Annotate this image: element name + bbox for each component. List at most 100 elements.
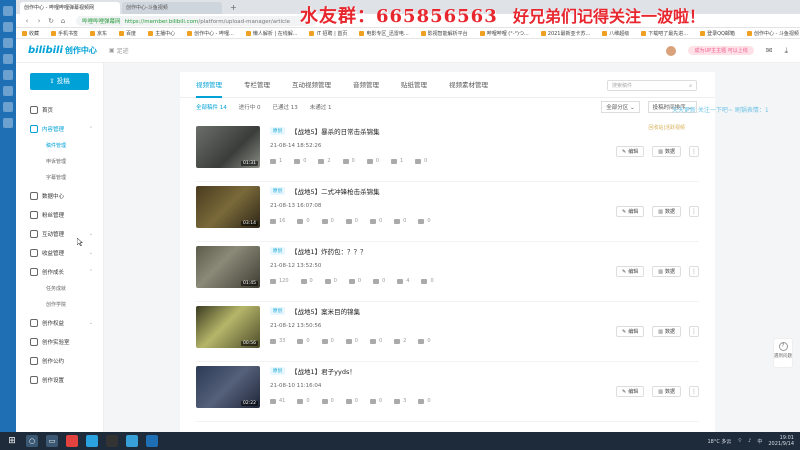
ime-indicator[interactable]: 中 [757, 438, 762, 445]
video-title[interactable]: 【战地5】案米目的锦集 [291, 306, 360, 316]
app-icon[interactable] [3, 38, 13, 48]
app-icon[interactable] [3, 54, 13, 64]
sidebar-item-fans[interactable]: 粉丝管理 [16, 205, 103, 224]
windows-start-icon[interactable]: ⊞ [6, 435, 18, 447]
app-icon[interactable] [66, 435, 78, 447]
download-icon[interactable]: ⤓ [784, 46, 788, 56]
home-icon[interactable]: ⌂ [58, 17, 68, 25]
video-title[interactable]: 【战地1】君子yyds！ [291, 366, 356, 376]
video-title[interactable]: 【战地5】暴杀的日常击杀锦集 [291, 126, 380, 136]
sidebar-item-growth[interactable]: 创作成长 ⌃ [16, 262, 103, 281]
browser-tab[interactable]: 创作中心-斗鱼视频 [122, 2, 222, 14]
filter-all[interactable]: 全部稿件 14 [196, 103, 227, 111]
sidebar-item-appeals[interactable]: 申诉管理 [16, 154, 103, 170]
clock[interactable]: 19:01 2021/9/14 [768, 435, 794, 447]
app-icon[interactable] [3, 118, 13, 128]
sidebar-item-rights[interactable]: 创作权益 ⌄ [16, 313, 103, 332]
bookmark-item[interactable]: 八维超级 [602, 30, 629, 37]
more-icon[interactable]: ⋮ [689, 386, 699, 397]
bookmark-item[interactable]: 创作中心 - 斗鱼视频 [746, 30, 799, 37]
search-icon[interactable]: ⌕ [689, 83, 692, 89]
app-icon[interactable] [146, 435, 158, 447]
edit-button[interactable]: ✎ 编辑 [616, 206, 645, 217]
app-icon[interactable] [3, 22, 13, 32]
more-icon[interactable]: ⋮ [689, 326, 699, 337]
bookmark-item[interactable]: 百度 [119, 30, 136, 37]
back-icon[interactable]: ‹ [22, 17, 32, 25]
app-icon[interactable] [86, 435, 98, 447]
sidebar-item-earnings[interactable]: 收益管理 ⌄ [16, 243, 103, 262]
bookmark-item[interactable]: 电影专区_迅雷电... [359, 30, 409, 37]
footprint-link[interactable]: ▣ 足迹 [109, 46, 129, 55]
forward-icon[interactable]: › [34, 17, 44, 25]
sidebar-item-settings[interactable]: 创作设置 [16, 370, 103, 389]
app-icon[interactable] [3, 6, 13, 16]
video-thumbnail[interactable]: 03:14 [196, 186, 260, 228]
sidebar-item-convention[interactable]: 创作公约 [16, 351, 103, 370]
app-icon[interactable] [106, 435, 118, 447]
bookmark-item[interactable]: 哔哩哔哩 (°-°)つ... [479, 30, 529, 37]
data-button[interactable]: ▥ 数据 [652, 206, 681, 217]
volume-icon[interactable]: ♪ [748, 438, 751, 444]
bookmark-item[interactable]: 京东 [90, 30, 107, 37]
search-icon[interactable]: ○ [26, 435, 38, 447]
data-button[interactable]: ▥ 数据 [652, 386, 681, 397]
sidebar-item-lab[interactable]: 创作实验室 [16, 332, 103, 351]
upload-button[interactable]: ⇪ 投稿 [30, 73, 89, 90]
bookmark-item[interactable]: 手机书签 [51, 30, 78, 37]
sidebar-item-manuscripts[interactable]: 稿件管理 [16, 138, 103, 154]
sidebar-item-interaction[interactable]: 互动管理 ⌄ [16, 224, 103, 243]
bookmark-item[interactable]: 2021最新亚卡苏... [540, 30, 590, 37]
video-thumbnail[interactable]: 02:22 [196, 366, 260, 408]
sidebar-item-content[interactable]: 内容管理 ⌃ [16, 119, 103, 138]
zone-select[interactable]: 全部分区 ⌄ [601, 101, 640, 113]
tab-video-material[interactable]: 视频素材管理 [449, 72, 488, 98]
video-title[interactable]: 【战地1】炸药包：？？？ [291, 246, 367, 256]
filter-in-progress[interactable]: 进行中 0 [239, 103, 261, 111]
video-thumbnail[interactable]: 00:56 [196, 306, 260, 348]
mail-icon[interactable]: ✉ [766, 46, 773, 55]
sidebar-item-home[interactable]: 首页 [16, 100, 103, 119]
app-icon[interactable] [3, 102, 13, 112]
taskview-icon[interactable]: ▭ [46, 435, 58, 447]
data-button[interactable]: ▥ 数据 [652, 266, 681, 277]
bookmark-item[interactable]: iT 招聘 | 首页 [309, 30, 347, 37]
bookmark-item[interactable]: 下载吧了最先进... [641, 30, 688, 37]
sidebar-item-academy[interactable]: 创作学院 [16, 297, 103, 313]
sidebar-item-subtitles[interactable]: 字幕管理 [16, 170, 103, 186]
video-title[interactable]: 【战地5】二式冲锋枪击杀锦集 [291, 186, 380, 196]
app-icon[interactable] [3, 70, 13, 80]
filter-approved[interactable]: 已通过 13 [273, 103, 298, 111]
search-input[interactable]: 搜索稿件 ⌕ [607, 80, 697, 91]
edit-button[interactable]: ✎ 编辑 [616, 386, 645, 397]
creator-center-logo[interactable]: bilibili 创作中心 [28, 45, 97, 56]
edit-button[interactable]: ✎ 编辑 [616, 266, 645, 277]
edit-button[interactable]: ✎ 编辑 [616, 146, 645, 157]
avatar[interactable] [666, 45, 677, 56]
data-button[interactable]: ▥ 数据 [652, 326, 681, 337]
more-icon[interactable]: ⋮ [689, 266, 699, 277]
bookmark-item[interactable]: 收藏 [22, 30, 39, 37]
video-thumbnail[interactable]: 01:45 [196, 246, 260, 288]
bookmark-item[interactable]: 登录QQ邮箱 [700, 30, 735, 37]
reload-icon[interactable]: ↻ [46, 17, 56, 25]
app-icon[interactable] [126, 435, 138, 447]
tab-article[interactable]: 专栏管理 [244, 72, 270, 98]
app-icon[interactable] [3, 86, 13, 96]
tab-sticker[interactable]: 贴纸管理 [401, 72, 427, 98]
bookmark-item[interactable]: 主播中心 [148, 30, 175, 37]
bookmark-item[interactable]: 懒人解析 | 在线解... [245, 30, 297, 37]
browser-tab[interactable]: 创作中心 - 哔哩哔哩弹幕视频网 [20, 2, 120, 14]
up-promo-pill[interactable]: 成为UP主主题 可以上线 [688, 46, 754, 55]
sidebar-item-achievements[interactable]: 任务成就 [16, 281, 103, 297]
filter-rejected[interactable]: 未通过 1 [310, 103, 332, 111]
tab-interactive-video[interactable]: 互动视频管理 [292, 72, 331, 98]
more-icon[interactable]: ⋮ [689, 206, 699, 217]
tab-audio[interactable]: 音频管理 [353, 72, 379, 98]
new-tab-button[interactable]: + [230, 2, 237, 14]
more-icon[interactable]: ⋮ [689, 146, 699, 157]
data-button[interactable]: ▥ 数据 [652, 146, 681, 157]
bookmark-item[interactable]: 影视智能解析平台 [420, 30, 468, 37]
edit-button[interactable]: ✎ 编辑 [616, 326, 645, 337]
help-widget[interactable]: ? 遇到问题 [773, 338, 793, 368]
